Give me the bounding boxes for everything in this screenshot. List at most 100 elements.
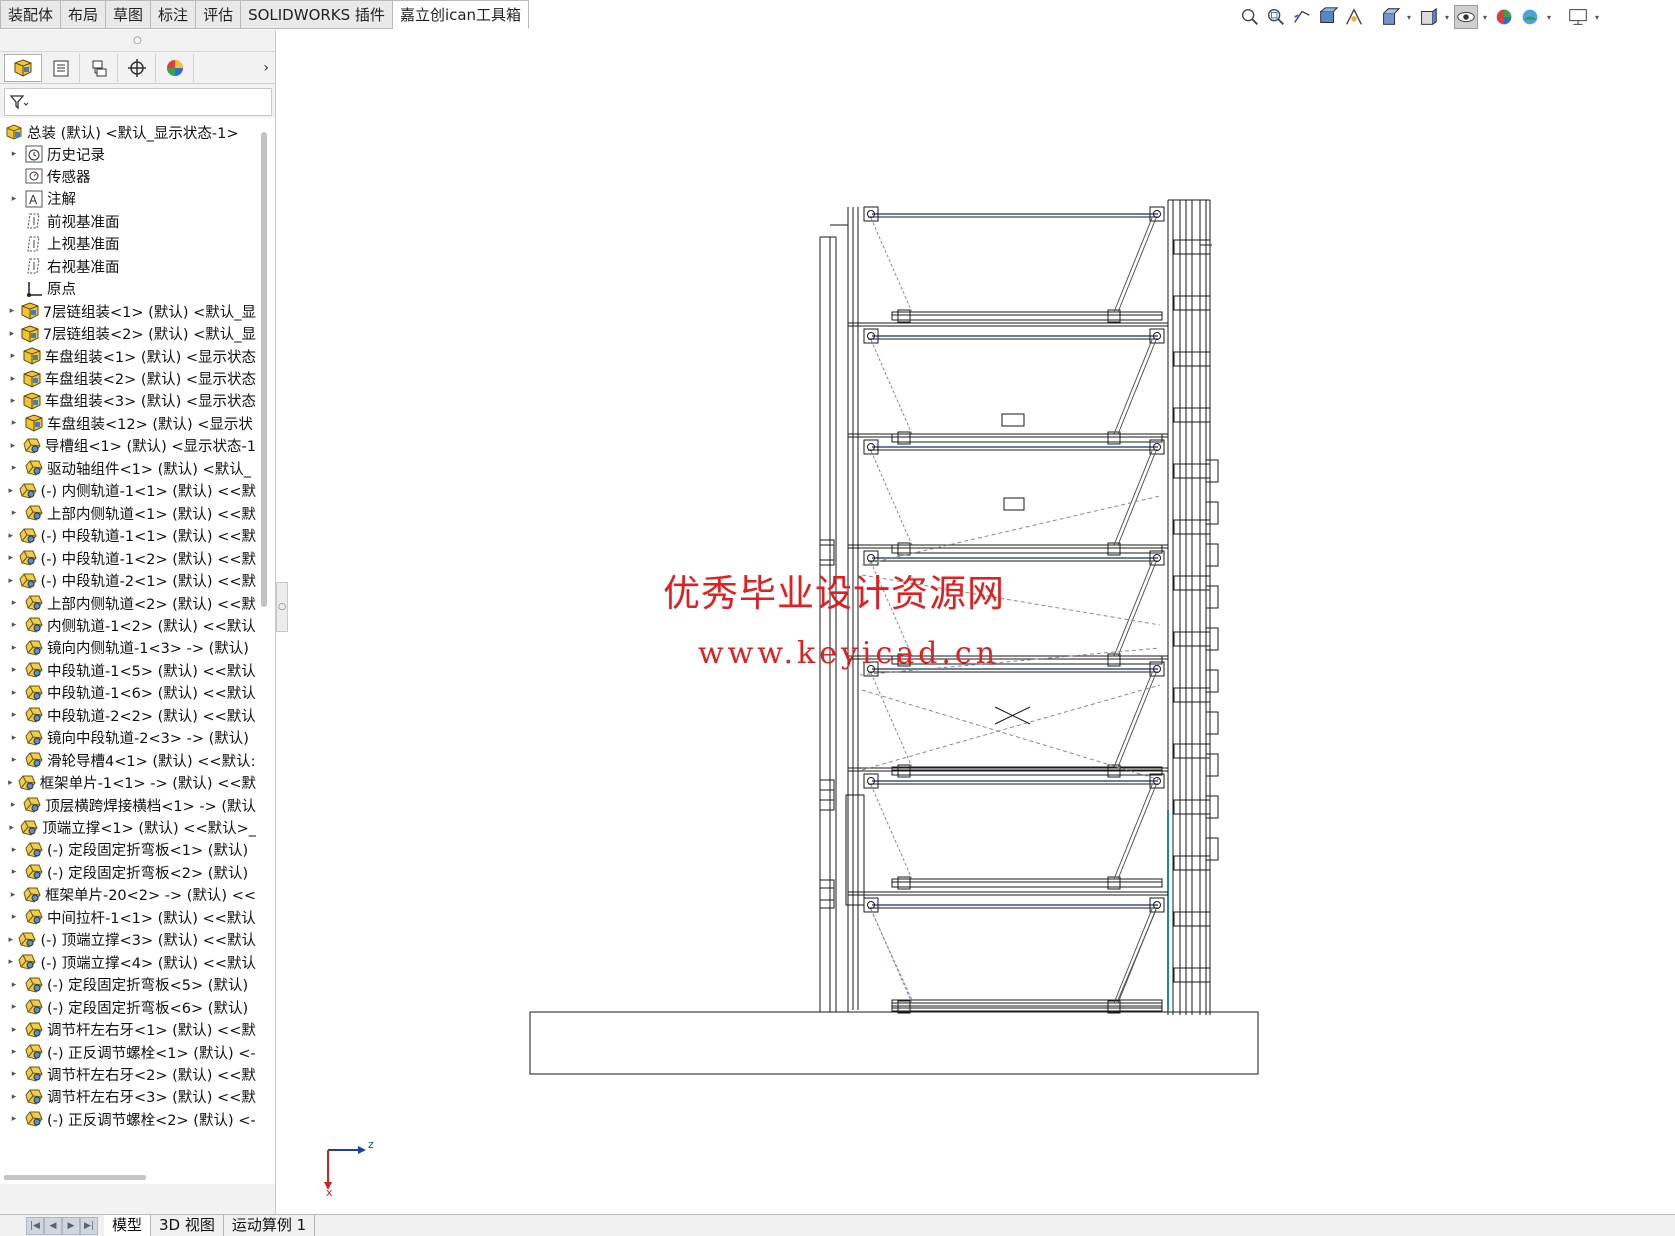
tree-horizontal-scrollbar[interactable] (4, 1175, 146, 1180)
command-tab[interactable]: 评估 (196, 0, 242, 29)
tree-item[interactable]: ▸ (-) 内侧轨道-1<1> (默认) <<默 (0, 479, 256, 503)
display-style-button[interactable] (1416, 5, 1440, 29)
expand-arrow-icon[interactable]: ▸ (8, 1069, 20, 1079)
expand-arrow-icon[interactable]: ▸ (8, 553, 14, 563)
tree-item[interactable]: ▸ (-) 顶端立撑<3> (默认) <<默认 (0, 928, 256, 952)
tree-item[interactable]: ▸ (-) 正反调节螺栓<1> (默认) <- (0, 1040, 256, 1064)
expand-arrow-icon[interactable]: ▸ (8, 957, 13, 967)
chevron-down-icon[interactable]: ▾ (1442, 13, 1452, 22)
command-tab[interactable]: 布局 (61, 0, 107, 29)
expand-arrow-icon[interactable]: ▸ (8, 733, 20, 743)
expand-arrow-icon[interactable]: ▸ (8, 508, 20, 518)
view-orientation-button[interactable] (1378, 5, 1402, 29)
prev-tab-icon[interactable]: ◀ (44, 1217, 62, 1235)
expand-arrow-icon[interactable]: ▸ (8, 306, 16, 316)
command-tab[interactable]: 标注 (151, 0, 197, 29)
tree-item[interactable]: ▸ (-) 顶端立撑<4> (默认) <<默认 (0, 950, 256, 974)
tree-item[interactable]: ▸ 7层链组装<1> (默认) <默认_显 (0, 299, 256, 323)
chevron-down-icon[interactable]: ▾ (1404, 13, 1414, 22)
panel-grip[interactable]: ○ (0, 30, 275, 52)
expand-arrow-icon[interactable]: ▸ (8, 890, 18, 900)
expand-arrow-icon[interactable]: ▸ (8, 418, 20, 428)
filter-field[interactable] (4, 88, 272, 116)
expand-arrow-icon[interactable]: ▸ (8, 149, 20, 159)
next-tab-icon[interactable]: ▶ (62, 1217, 80, 1235)
tree-item[interactable]: ▸ 框架单片-1<1> -> (默认) <<默 (0, 771, 256, 795)
section-view-button[interactable] (1316, 5, 1340, 29)
configurationmanager-tab[interactable] (80, 53, 118, 82)
expand-arrow-icon[interactable]: ▸ (8, 980, 20, 990)
tree-item[interactable]: ▸ 中段轨道-2<2> (默认) <<默认 (0, 703, 256, 727)
apply-scene-button[interactable] (1518, 5, 1542, 29)
chevron-down-icon[interactable]: ▾ (1480, 13, 1490, 22)
tree-item[interactable]: ▸ 内侧轨道-1<2> (默认) <<默认 (0, 613, 256, 637)
tree-item[interactable]: ▸ 调节杆左右牙<2> (默认) <<默 (0, 1062, 256, 1086)
tree-item[interactable]: ▸ 车盘组装<2> (默认) <显示状态 (0, 367, 256, 391)
tree-item[interactable]: ▸ (-) 中段轨道-2<1> (默认) <<默 (0, 569, 256, 593)
tree-item[interactable]: ▸ 中段轨道-1<6> (默认) <<默认 (0, 681, 256, 705)
expand-arrow-icon[interactable]: ▸ (8, 194, 20, 204)
expand-arrow-icon[interactable]: ▸ (8, 441, 18, 451)
expand-arrow-icon[interactable]: ▸ (8, 755, 20, 765)
last-tab-icon[interactable]: ▶| (80, 1217, 98, 1235)
tree-scrollbar[interactable] (261, 132, 267, 607)
expand-arrow-icon[interactable]: ▸ (8, 463, 20, 473)
tree-item[interactable]: ▸ (-) 定段固定折弯板<5> (默认) (0, 973, 256, 997)
command-tab[interactable]: 装配体 (0, 0, 62, 29)
propertymanager-tab[interactable] (42, 53, 80, 82)
view-settings-button[interactable] (1566, 5, 1590, 29)
tree-item[interactable]: ▸ 车盘组装<3> (默认) <显示状态 (0, 389, 256, 413)
expand-arrow-icon[interactable]: ▸ (8, 1002, 20, 1012)
command-tab[interactable]: 嘉立创ican工具箱 (392, 0, 530, 29)
tree-item[interactable]: ▸ 中段轨道-1<5> (默认) <<默认 (0, 658, 256, 682)
bottom-tab[interactable]: 模型 (104, 1215, 152, 1236)
zoom-to-area-button[interactable] (1264, 5, 1288, 29)
dimxpertmanager-tab[interactable] (118, 53, 156, 82)
tree-item[interactable]: 原点 (0, 277, 256, 301)
tree-item[interactable]: ▸ 顶端立撑<1> (默认) <<默认>_ (0, 816, 256, 840)
tree-item[interactable]: ▸ (-) 中段轨道-1<1> (默认) <<默 (0, 524, 256, 548)
tree-item[interactable]: ▸ 中间拉杆-1<1> (默认) <<默认 (0, 905, 256, 929)
previous-view-button[interactable] (1290, 5, 1314, 29)
tree-item[interactable]: ▸ 顶层横跨焊接横档<1> -> (默认 (0, 793, 256, 817)
command-tab[interactable]: 草图 (106, 0, 152, 29)
expand-arrow-icon[interactable]: › (263, 60, 269, 76)
zoom-to-fit-button[interactable] (1238, 5, 1262, 29)
tree-item[interactable]: ▸ 镜向内侧轨道-1<3> -> (默认) (0, 636, 256, 660)
tree-root[interactable]: 总装 (默认) <默认_显示状态-1> (0, 120, 256, 144)
tree-item[interactable]: ▸ 上部内侧轨道<2> (默认) <<默 (0, 591, 256, 615)
expand-arrow-icon[interactable]: ▸ (8, 396, 18, 406)
tree-item[interactable]: ▸ (-) 中段轨道-1<2> (默认) <<默 (0, 546, 256, 570)
dynamic-annotation-button[interactable] (1342, 5, 1366, 29)
chevron-down-icon[interactable]: ▾ (1544, 13, 1554, 22)
hide-show-items-button[interactable] (1454, 5, 1478, 29)
expand-arrow-icon[interactable]: ▸ (8, 935, 13, 945)
expand-arrow-icon[interactable]: ▸ (8, 531, 14, 541)
featuremanager-tree-tab[interactable] (4, 53, 42, 82)
tree-item[interactable]: ▸ (-) 定段固定折弯板<1> (默认) (0, 838, 256, 862)
expand-arrow-icon[interactable]: ▸ (8, 486, 14, 496)
expand-arrow-icon[interactable]: ▸ (8, 1092, 20, 1102)
expand-arrow-icon[interactable]: ▸ (8, 688, 20, 698)
expand-arrow-icon[interactable]: ▸ (8, 576, 14, 586)
edit-appearance-button[interactable] (1492, 5, 1516, 29)
tree-item[interactable]: ▸ 调节杆左右牙<1> (默认) <<默 (0, 1018, 256, 1042)
expand-arrow-icon[interactable]: ▸ (8, 620, 20, 630)
tree-item[interactable]: ▸ 车盘组装<12> (默认) <显示状 (0, 411, 256, 435)
expand-arrow-icon[interactable]: ▸ (8, 912, 20, 922)
expand-arrow-icon[interactable]: ▸ (8, 778, 13, 788)
expand-arrow-icon[interactable]: ▸ (8, 1114, 20, 1124)
tree-item[interactable]: 前视基准面 (0, 209, 256, 233)
tree-item[interactable]: ▸ 镜向中段轨道-2<3> -> (默认) (0, 726, 256, 750)
tree-item[interactable]: ▸ 历史记录 (0, 142, 256, 166)
expand-arrow-icon[interactable]: ▸ (8, 800, 18, 810)
tree-item[interactable]: 右视基准面 (0, 254, 256, 278)
tree-item[interactable]: ▸ 框架单片-20<2> -> (默认) << (0, 883, 256, 907)
expand-arrow-icon[interactable]: ▸ (8, 845, 20, 855)
command-tab[interactable]: SOLIDWORKS 插件 (241, 0, 393, 29)
expand-arrow-icon[interactable]: ▸ (8, 1047, 20, 1057)
tree-item[interactable]: ▸ 7层链组装<2> (默认) <默认_显 (0, 322, 256, 346)
first-tab-icon[interactable]: |◀ (26, 1217, 44, 1235)
tree-item[interactable]: ▸ 滑轮导槽4<1> (默认) <<默认: (0, 748, 256, 772)
tree-item[interactable]: 传感器 (0, 164, 256, 188)
